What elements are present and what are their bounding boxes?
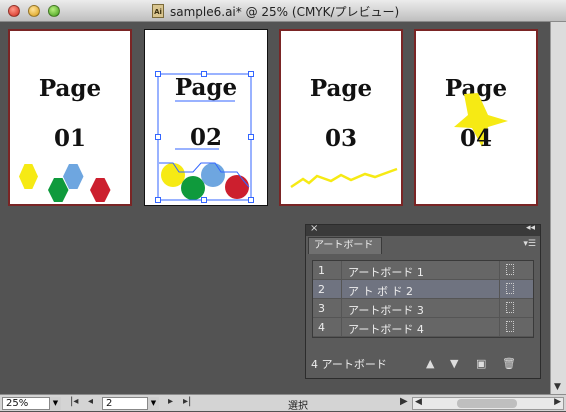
row-name[interactable]: ア ト ボ ド 2 xyxy=(348,283,413,299)
artboard-count: 4 アートボード xyxy=(311,358,387,371)
artboard-options-icon[interactable] xyxy=(506,264,514,275)
panel-collapse-icon[interactable]: ◂◂ xyxy=(526,223,535,233)
next-artboard-icon[interactable]: ▸ xyxy=(168,396,173,407)
chevron-down-icon[interactable]: ▼ xyxy=(49,397,61,410)
artboard-3-scribble[interactable] xyxy=(281,31,401,204)
status-tool-label[interactable]: 選択 xyxy=(288,397,308,412)
first-artboard-icon[interactable]: |◂ xyxy=(70,396,78,407)
last-artboard-icon[interactable]: ▸| xyxy=(183,396,191,407)
artboard-2[interactable]: Page 02 xyxy=(144,29,268,206)
minimize-window-button[interactable] xyxy=(28,5,40,17)
status-menu-arrow-icon[interactable]: ▶ xyxy=(400,396,408,407)
artboard-4-page-number: 04 xyxy=(459,125,492,152)
window-title: sample6.ai* @ 25% (CMYK/プレビュー) xyxy=(170,5,400,19)
row-name[interactable]: アートボード 3 xyxy=(348,302,424,318)
artboard-options-icon[interactable] xyxy=(506,302,514,313)
artboard-4-star[interactable] xyxy=(416,31,536,204)
scroll-left-arrow-icon[interactable]: ◀ xyxy=(415,397,422,407)
artboard-list-row-3[interactable]: 3 アートボード 3 xyxy=(313,299,533,318)
artboard-list-row-1[interactable]: 1 アートボード 1 xyxy=(313,261,533,280)
row-number: 2 xyxy=(318,283,325,296)
title-bar: Ai sample6.ai* @ 25% (CMYK/プレビュー) xyxy=(0,0,566,22)
green-circle xyxy=(181,176,205,200)
vertical-scrollbar[interactable]: ▼ xyxy=(550,22,566,394)
artboard-options-icon[interactable] xyxy=(506,321,514,332)
artboard-list-row-2[interactable]: 2 ア ト ボ ド 2 xyxy=(313,280,533,299)
scroll-down-arrow-icon[interactable]: ▼ xyxy=(554,382,561,392)
red-circle xyxy=(225,175,249,199)
blue-circle xyxy=(201,163,225,187)
yellow-circle xyxy=(161,163,185,187)
artboard-list: 1 アートボード 1 2 ア ト ボ ド 2 3 アートボード 3 4 アートボ… xyxy=(312,260,534,338)
artboards-panel: × ◂◂ アートボード ▾☰ 1 アートボード 1 2 ア ト ボ ド 2 3 … xyxy=(305,223,541,379)
artboard-1[interactable]: Page 01 xyxy=(8,29,132,206)
green-hexagon xyxy=(48,178,69,202)
tab-artboards[interactable]: アートボード xyxy=(308,237,382,254)
zoom-window-button[interactable] xyxy=(48,5,60,17)
close-window-button[interactable] xyxy=(8,5,20,17)
scroll-thumb[interactable] xyxy=(457,399,517,408)
chevron-down-icon[interactable]: ▼ xyxy=(147,397,159,410)
row-number: 1 xyxy=(318,264,325,277)
panel-header[interactable]: × ◂◂ xyxy=(306,223,540,236)
illustrator-document-icon: Ai xyxy=(152,4,164,18)
move-down-icon[interactable]: ▼ xyxy=(450,357,458,370)
move-up-icon[interactable]: ▲ xyxy=(426,357,434,370)
row-number: 4 xyxy=(318,321,325,334)
panel-close-icon[interactable]: × xyxy=(310,223,318,234)
artboard-2-objects[interactable] xyxy=(145,30,267,205)
new-artboard-icon[interactable]: ▣ xyxy=(476,357,486,370)
trash-icon[interactable]: 🗑 xyxy=(502,357,516,370)
status-bar: 25% ▼ |◂ ◂ 2 ▼ ▸ ▸| 選択 ▶ ◀ ▶ xyxy=(0,394,566,412)
artboard-1-hexagons[interactable] xyxy=(10,31,130,204)
yellow-zigzag-line xyxy=(290,167,398,189)
row-name[interactable]: アートボード 4 xyxy=(348,321,424,337)
artboard-4[interactable]: Page 04 xyxy=(414,29,538,206)
previous-artboard-icon[interactable]: ◂ xyxy=(88,396,93,407)
yellow-hexagon xyxy=(19,164,38,189)
scroll-right-arrow-icon[interactable]: ▶ xyxy=(554,397,561,407)
artboard-list-row-4[interactable]: 4 アートボード 4 xyxy=(313,318,533,337)
panel-menu-icon[interactable]: ▾☰ xyxy=(523,239,536,249)
row-number: 3 xyxy=(318,302,325,315)
artboard-3[interactable]: Page 03 xyxy=(279,29,403,206)
row-name[interactable]: アートボード 1 xyxy=(348,264,424,280)
red-hexagon xyxy=(90,178,111,202)
horizontal-scrollbar[interactable]: ◀ ▶ xyxy=(412,397,564,410)
artboard-options-icon[interactable] xyxy=(506,283,514,294)
